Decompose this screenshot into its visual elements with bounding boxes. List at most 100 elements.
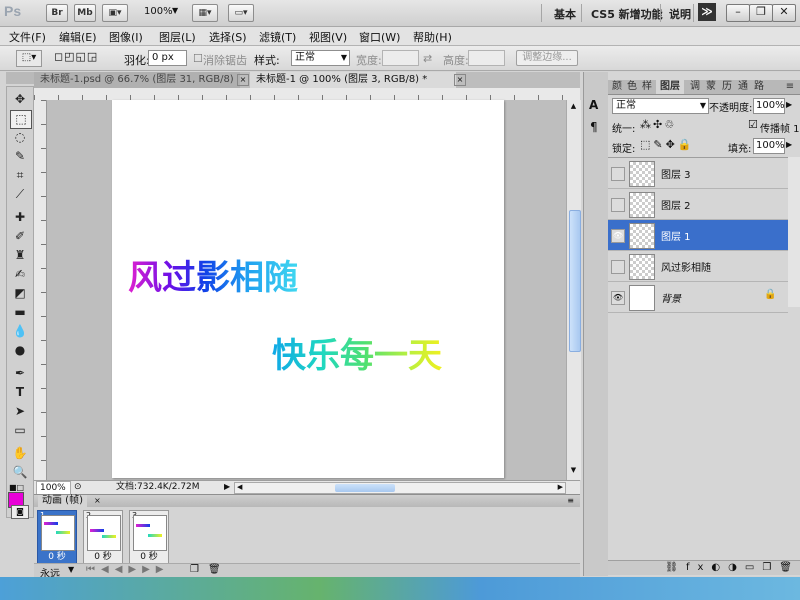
clone-stamp-tool-icon[interactable]: ♜	[10, 247, 30, 264]
menu-image[interactable]: 图像(I)	[109, 29, 143, 45]
layers-bottom-toolbar[interactable]: ⛓fx◐◑▭❐🗑	[608, 560, 800, 575]
menu-file[interactable]: 文件(F)	[9, 29, 46, 45]
selection-mode-icons[interactable]: ◻◰◱◲	[54, 50, 110, 65]
scroll-right-icon[interactable]: ▶	[558, 483, 563, 491]
view-extras-button[interactable]: ▣▾	[102, 4, 128, 22]
tab-color[interactable]: 颜	[610, 80, 624, 94]
tab-layers[interactable]: 图层	[656, 80, 684, 94]
visibility-toggle[interactable]	[611, 260, 625, 274]
horizontal-scrollbar[interactable]: ◀ ▶	[234, 482, 566, 494]
width-input[interactable]	[382, 50, 419, 66]
gradient-tool-icon[interactable]: ▬	[10, 304, 30, 321]
feather-input[interactable]: 0 px	[148, 50, 187, 66]
unify-icons[interactable]: ⁂✣♲	[640, 118, 676, 131]
marquee-tool-icon[interactable]: ⬚	[10, 110, 32, 129]
chevron-down-icon[interactable]: ▼	[68, 565, 74, 574]
healing-brush-tool-icon[interactable]: ✚	[10, 209, 30, 226]
arrange-documents-button[interactable]: ▦▾	[192, 4, 218, 22]
marquee-preset-icon[interactable]: ⬚▾	[16, 50, 42, 67]
animation-frame-2[interactable]: 2 0 秒	[83, 510, 123, 564]
tab-channels[interactable]: 通	[736, 80, 750, 94]
panel-menu-icon[interactable]: ≡	[784, 80, 796, 94]
status-zoom[interactable]: 100%	[36, 481, 71, 495]
animation-frame-1[interactable]: 1 0 秒	[37, 510, 77, 564]
vertical-scrollbar[interactable]: ▲ ▼	[566, 100, 581, 480]
eraser-tool-icon[interactable]: ◩	[10, 285, 30, 302]
pen-tool-icon[interactable]: ✒	[10, 365, 30, 382]
tab-history[interactable]: 历	[720, 80, 734, 94]
hand-tool-icon[interactable]: ✋	[10, 445, 30, 462]
frame-delay[interactable]: 0 秒	[130, 549, 168, 562]
scroll-up-icon[interactable]: ▲	[568, 102, 579, 112]
layer-row[interactable]: 图层 3	[608, 158, 788, 189]
animation-frame-3[interactable]: 3 0 秒	[129, 510, 169, 564]
visibility-toggle[interactable]	[611, 198, 625, 212]
eye-icon[interactable]: 👁	[611, 291, 625, 305]
screen-mode-button[interactable]: ▭▾	[228, 4, 254, 22]
layer-row[interactable]: 风过影相随	[608, 251, 788, 282]
menu-select[interactable]: 选择(S)	[209, 29, 247, 45]
shape-tool-icon[interactable]: ▭	[10, 422, 30, 439]
quick-select-tool-icon[interactable]: ✎	[10, 148, 30, 165]
blend-mode-select[interactable]: 正常 ▼	[612, 98, 709, 114]
layers-scrollbar[interactable]	[788, 157, 800, 307]
tab-styles[interactable]: 样	[640, 80, 654, 94]
tab-document-2[interactable]: 未标题-1 @ 100% (图层 3, RGB/8) *	[250, 72, 456, 88]
duplicate-frame-icon[interactable]: ❐	[190, 564, 199, 575]
history-brush-tool-icon[interactable]: ✍	[10, 266, 30, 283]
panel-menu-icon[interactable]: ≡	[567, 495, 574, 507]
playback-controls-icon[interactable]: ⏮◀◀▶▶▶	[86, 564, 169, 575]
antialias-checkbox-icon[interactable]: ☐	[193, 52, 203, 65]
lasso-tool-icon[interactable]: ◌	[10, 129, 30, 146]
crop-tool-icon[interactable]: ⌗	[10, 167, 30, 184]
move-tool-icon[interactable]: ✥	[10, 91, 30, 108]
animation-panel-title[interactable]: 动画 (帧)	[38, 495, 87, 507]
menu-edit[interactable]: 编辑(E)	[59, 29, 97, 45]
workspace-help[interactable]: 说明	[669, 6, 691, 22]
layer-row[interactable]: 图层 2	[608, 189, 788, 220]
panel-close-icon[interactable]: ×	[94, 495, 101, 507]
restore-button[interactable]: ❐	[749, 4, 773, 22]
menu-layer[interactable]: 图层(L)	[159, 29, 196, 45]
zoom-dropdown-icon[interactable]: ▼	[172, 6, 178, 15]
workspace-essentials[interactable]: 基本	[554, 6, 576, 22]
menu-help[interactable]: 帮助(H)	[413, 29, 452, 45]
bridge-button[interactable]: Br	[46, 4, 68, 22]
height-input[interactable]	[468, 50, 505, 66]
mini-bridge-button[interactable]: Mb	[74, 4, 96, 22]
type-tool-icon[interactable]: T	[10, 384, 30, 401]
dodge-tool-icon[interactable]: ●	[10, 342, 30, 359]
fill-input[interactable]: 100%	[753, 138, 785, 154]
opacity-input[interactable]: 100%	[753, 98, 785, 114]
menu-filter[interactable]: 滤镜(T)	[259, 29, 296, 45]
layer-row[interactable]: 👁 图层 1	[608, 220, 788, 251]
scroll-down-icon[interactable]: ▼	[568, 466, 579, 476]
style-select[interactable]: 正常 ▼	[291, 50, 350, 66]
tab-masks[interactable]: 蒙	[704, 80, 718, 94]
minimize-button[interactable]: –	[726, 4, 750, 22]
blur-tool-icon[interactable]: 💧	[10, 323, 30, 340]
path-selection-tool-icon[interactable]: ➤	[10, 403, 30, 420]
tab-document-1[interactable]: 未标题-1.psd @ 66.7% (图层 31, RGB/8) *	[34, 72, 240, 101]
default-colors-icon[interactable]: ■□	[9, 480, 24, 492]
close-tab-icon[interactable]: ×	[454, 74, 466, 86]
visibility-toggle[interactable]	[611, 167, 625, 181]
brush-tool-icon[interactable]: ✐	[10, 228, 30, 245]
more-workspaces-button[interactable]: ≫	[698, 3, 716, 21]
eye-icon[interactable]: 👁	[611, 229, 625, 243]
scroll-left-icon[interactable]: ◀	[237, 483, 242, 491]
frame-delay[interactable]: 0 秒	[38, 549, 76, 562]
opacity-slider-icon[interactable]: ▶	[786, 100, 792, 109]
status-menu-icon[interactable]: ▶	[224, 482, 230, 491]
lock-icons[interactable]: ⬚✎✥🔒	[640, 138, 695, 151]
fill-slider-icon[interactable]: ▶	[786, 140, 792, 149]
tools-panel-header[interactable]	[6, 72, 34, 84]
zoom-level[interactable]: 100%	[144, 6, 173, 17]
swap-icon[interactable]: ⇄	[423, 52, 432, 65]
document-canvas[interactable]: 风过影相随 快乐每一天	[112, 100, 504, 478]
tab-paths[interactable]: 路	[752, 80, 766, 94]
layer-row[interactable]: 👁 背景 🔒	[608, 282, 788, 313]
tab-adjustments[interactable]: 调	[688, 80, 702, 94]
delete-frame-icon[interactable]: 🗑	[208, 564, 221, 575]
close-tab-icon[interactable]: ×	[237, 74, 249, 86]
